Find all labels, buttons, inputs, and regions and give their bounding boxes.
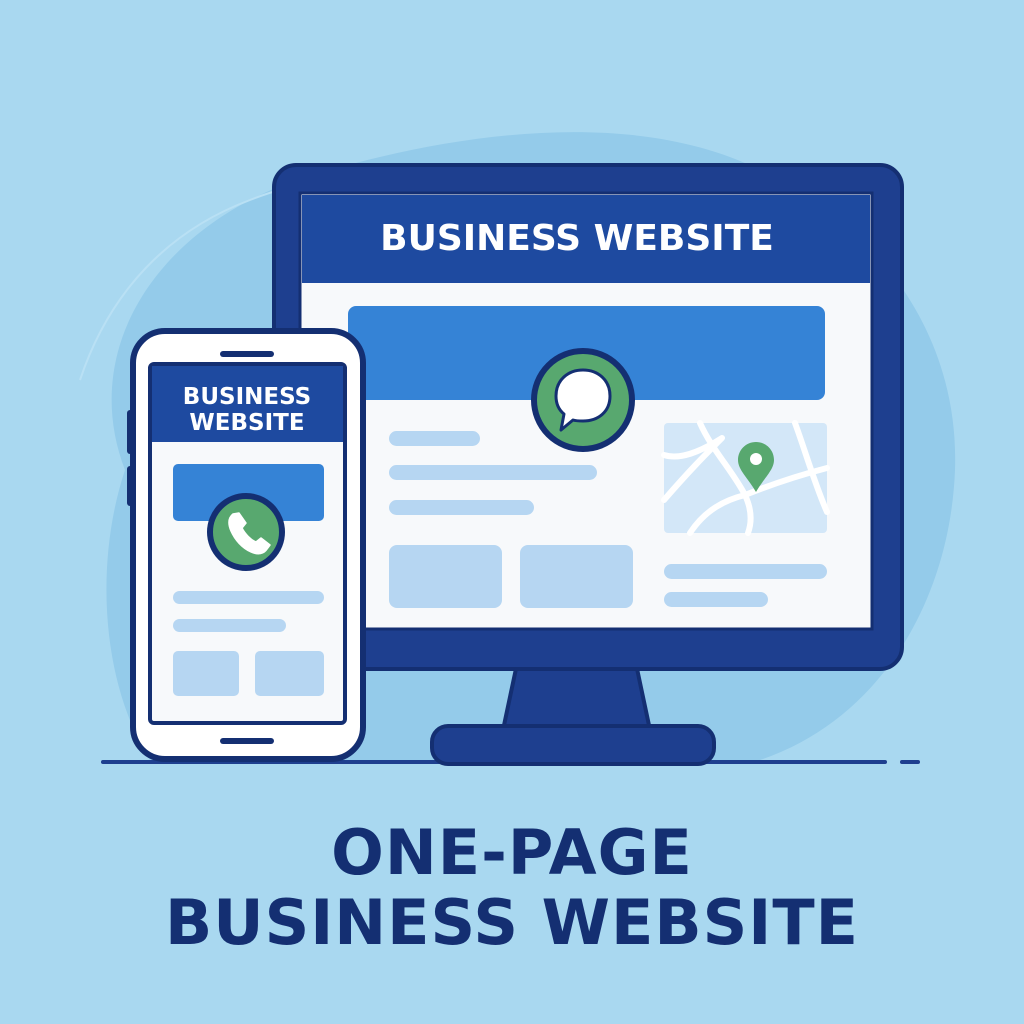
mobile-text-line-2: [173, 619, 286, 632]
mobile-text-line-1: [173, 591, 324, 604]
desktop-text-line-3: [389, 500, 534, 515]
desktop-text-line-1: [389, 431, 480, 446]
desktop-map[interactable]: [661, 420, 830, 536]
mobile-card-2[interactable]: [255, 651, 324, 696]
headline-line-2: BUSINESS WEBSITE: [164, 886, 860, 959]
desktop-card-2[interactable]: [520, 545, 633, 608]
desktop-header-title: BUSINESS WEBSITE: [380, 218, 774, 259]
headline-line-1: ONE-PAGE: [331, 816, 693, 889]
mobile-header-title-line-2: WEBSITE: [189, 410, 304, 436]
desktop-text-line-2: [389, 465, 597, 480]
mobile-card-1[interactable]: [173, 651, 239, 696]
monitor-stand-base: [430, 724, 716, 766]
monitor-stand-neck: [500, 662, 653, 732]
phone-home-indicator: [220, 738, 274, 744]
smartphone: BUSINESS WEBSITE: [127, 328, 366, 762]
desktop-text-line-5: [664, 592, 768, 607]
phone-speaker: [220, 351, 274, 357]
desktop-card-1[interactable]: [389, 545, 502, 608]
desktop-text-line-4: [664, 564, 827, 579]
mobile-header-title-line-1: BUSINESS: [183, 384, 311, 410]
chat-icon[interactable]: [531, 348, 635, 452]
call-icon[interactable]: [207, 493, 285, 571]
